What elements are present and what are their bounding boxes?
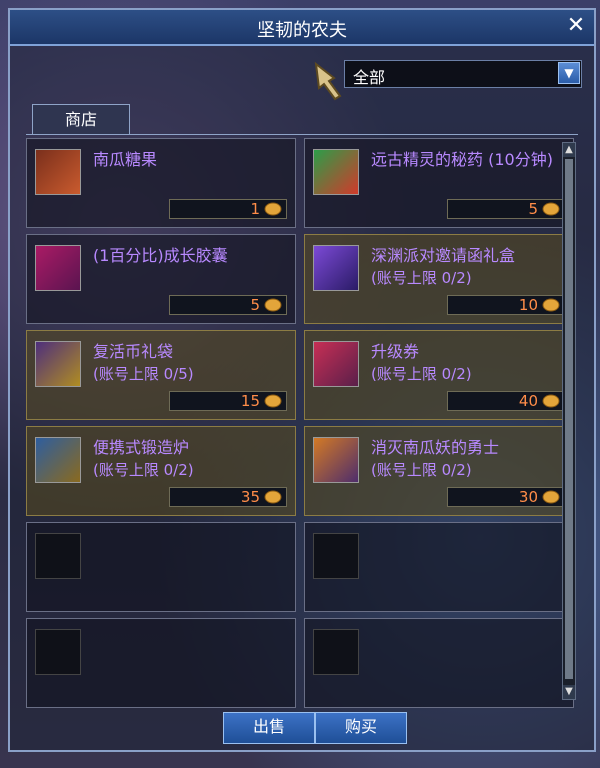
item-name: 南瓜糖果 [93, 150, 158, 169]
scroll-thumb[interactable] [565, 159, 573, 679]
shop-item[interactable]: 升级券 (账号上限 0/2) 40 [304, 330, 574, 420]
window-title: 坚韧的农夫 [257, 20, 347, 41]
item-price-box: 30 [447, 487, 565, 507]
item-price: 5 [528, 200, 538, 218]
shop-item[interactable]: 远古精灵的秘药 (10分钟) 5 [304, 138, 574, 228]
shop-item[interactable]: 消灭南瓜妖的勇士 (账号上限 0/2) 30 [304, 426, 574, 516]
empty-slot[interactable] [26, 618, 296, 708]
item-price-box: 35 [169, 487, 287, 507]
shop-item[interactable]: 南瓜糖果 1 [26, 138, 296, 228]
empty-slot[interactable] [304, 618, 574, 708]
pumpkin-candy-icon [35, 149, 81, 195]
item-name: 升级券 [371, 342, 420, 361]
item-price: 30 [518, 488, 538, 506]
coin-icon [264, 490, 282, 504]
scroll-up-icon[interactable]: ▲ [563, 143, 575, 157]
capsule-icon [35, 245, 81, 291]
filter-value: 全部 [353, 68, 386, 87]
shop-grid: 南瓜糖果 1 远古精灵的秘药 (10分钟) 5 (1百分比)成长胶囊 5 深渊派… [26, 138, 574, 708]
item-price-box: 10 [447, 295, 565, 315]
item-price-box: 40 [447, 391, 565, 411]
shop-item[interactable]: 深渊派对邀请函礼盒 (账号上限 0/2) 10 [304, 234, 574, 324]
shop-window: 坚韧的农夫 ✕ 全部 ▼ 商店 南瓜糖果 1 远古精灵的秘药 (10分钟) 5 [8, 8, 596, 752]
buy-button[interactable]: 购买 [315, 712, 407, 744]
coin-icon [542, 394, 560, 408]
category-filter[interactable]: 全部 ▼ [344, 60, 582, 88]
item-price-box: 1 [169, 199, 287, 219]
shop-item[interactable]: 便携式锻造炉 (账号上限 0/2) 35 [26, 426, 296, 516]
title-bar: 坚韧的农夫 ✕ [10, 10, 594, 46]
item-limit: (账号上限 0/2) [371, 269, 472, 287]
item-name: (1百分比)成长胶囊 [93, 246, 228, 265]
upgrade-ticket-icon [313, 341, 359, 387]
empty-slot[interactable] [304, 522, 574, 612]
item-name: 深渊派对邀请函礼盒 [371, 246, 516, 265]
empty-item-slot [313, 533, 359, 579]
item-price: 35 [240, 488, 260, 506]
gift-box-icon [313, 245, 359, 291]
coin-icon [264, 202, 282, 216]
item-price: 40 [518, 392, 538, 410]
warrior-icon [313, 437, 359, 483]
coin-icon [264, 394, 282, 408]
dropdown-arrow-icon[interactable]: ▼ [558, 62, 580, 84]
item-limit: (账号上限 0/2) [371, 461, 472, 479]
elixir-icon [313, 149, 359, 195]
shop-item[interactable]: 复活币礼袋 (账号上限 0/5) 15 [26, 330, 296, 420]
coin-icon [542, 298, 560, 312]
item-limit: (账号上限 0/2) [93, 461, 194, 479]
scroll-down-icon[interactable]: ▼ [563, 685, 575, 699]
item-price-box: 5 [169, 295, 287, 315]
item-price: 1 [250, 200, 260, 218]
item-limit: (账号上限 0/2) [371, 365, 472, 383]
coin-icon [542, 490, 560, 504]
item-name: 远古精灵的秘药 (10分钟) [371, 150, 553, 169]
coin-icon [542, 202, 560, 216]
item-name: 复活币礼袋 [93, 342, 174, 361]
empty-slot[interactable] [26, 522, 296, 612]
shop-item[interactable]: (1百分比)成长胶囊 5 [26, 234, 296, 324]
tab-underline [26, 134, 578, 135]
revive-coin-bag-icon [35, 341, 81, 387]
close-icon[interactable]: ✕ [564, 14, 588, 38]
tab-shop[interactable]: 商店 [32, 104, 130, 135]
forge-icon [35, 437, 81, 483]
empty-item-slot [35, 533, 81, 579]
coin-icon [264, 298, 282, 312]
sell-button[interactable]: 出售 [223, 712, 315, 744]
item-name: 消灭南瓜妖的勇士 [371, 438, 500, 457]
empty-item-slot [313, 629, 359, 675]
item-price: 15 [240, 392, 260, 410]
item-price: 5 [250, 296, 260, 314]
item-price-box: 15 [169, 391, 287, 411]
shop-scrollbar[interactable]: ▲ ▼ [562, 142, 576, 700]
item-name: 便携式锻造炉 [93, 438, 190, 457]
item-limit: (账号上限 0/5) [93, 365, 194, 383]
empty-item-slot [35, 629, 81, 675]
item-price-box: 5 [447, 199, 565, 219]
item-price: 10 [518, 296, 538, 314]
